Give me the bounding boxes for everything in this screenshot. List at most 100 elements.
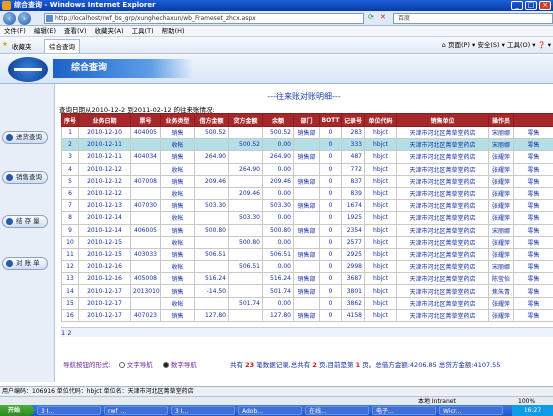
table-row[interactable]: 5 2010-12-12 407008 销售 209.46 209.46 销售部 0 837 hb…: [61, 174, 553, 188]
table-cell: 0: [319, 162, 342, 176]
table-cell: hbjct: [364, 186, 397, 201]
table-cell: hbjct: [364, 211, 397, 225]
table-cell: 2010-12-12: [78, 174, 131, 188]
table-cell: 收帐: [160, 186, 195, 201]
menu-view[interactable]: 查看(V): [64, 27, 87, 35]
home-icon[interactable]: ⌂: [442, 41, 446, 49]
forward-icon[interactable]: ›: [18, 12, 31, 25]
page-menu[interactable]: 页面(P) ▾: [448, 41, 475, 49]
record-count: 23: [245, 361, 255, 369]
table-cell: hbjct: [364, 308, 397, 323]
column-header: 操作员: [488, 113, 514, 127]
column-header: 借方金额: [194, 113, 229, 127]
table-row[interactable]: 7 2010-12-13 407030 销售 503.30 503.30 销售部 0 1674 h…: [61, 199, 553, 213]
table-cell: 10: [61, 235, 79, 249]
table-cell: [228, 284, 263, 298]
column-header: 票号: [130, 113, 161, 127]
taskbar-item[interactable]: rwf_...: [104, 406, 168, 415]
menu-help[interactable]: 帮助(H): [162, 27, 185, 35]
close-button[interactable]: ×: [539, 1, 551, 10]
maximize-button[interactable]: □: [525, 1, 537, 10]
table-cell: 张耀萍: [488, 247, 514, 262]
table-row[interactable]: 3 2010-12-11 404034 销售 264.90 264.90 销售部 0 487 hb…: [61, 150, 553, 164]
menu-favorites[interactable]: 收藏夹(A): [95, 27, 124, 35]
url-field[interactable]: http://localhost/rwf_bs_grp/xunghechaxun…: [44, 13, 364, 24]
table-cell: 销售: [160, 247, 195, 262]
table-row[interactable]: 16 2010-12-17 407023 销售 127.80 127.80 销售部 0 4158…: [61, 308, 553, 323]
minimize-button[interactable]: _: [511, 1, 523, 10]
table-row[interactable]: 14 2010-12-17 2013010 销售 -14.50 501.74 销售部 0 380…: [61, 284, 553, 298]
safety-menu[interactable]: 安全(S) ▾: [477, 41, 505, 49]
sidebar-item-statement[interactable]: 对 账 单: [2, 257, 48, 270]
table-row[interactable]: 12 2010-12-16 收帐 506.51 0.00 0 2998 hbjct 天津市河北区…: [61, 260, 553, 274]
taskbar-item[interactable]: Adob...: [238, 406, 302, 415]
favorites-label[interactable]: 收藏夹: [12, 41, 32, 51]
table-cell: [194, 235, 229, 249]
table-cell: hbjct: [364, 235, 397, 249]
table-cell: 2010-12-15: [78, 247, 131, 262]
table-cell: 零售: [513, 284, 553, 298]
table-row[interactable]: 6 2010-12-12 收帐 209.46 0.00 0 839 hbjct 天津市河北区菁草…: [61, 186, 553, 201]
table-cell: 零售: [513, 150, 553, 164]
refresh-icon[interactable]: ⟳: [368, 13, 374, 21]
start-button[interactable]: 开始: [0, 405, 34, 416]
help-menu[interactable]: ❓ ▾: [538, 41, 551, 49]
table-cell: 收帐: [160, 138, 195, 152]
table-row[interactable]: 9 2010-12-14 406005 销售 500.80 500.80 销售部 0 2354 h…: [61, 223, 553, 237]
table-cell: 0: [319, 272, 342, 286]
table-row[interactable]: 15 2010-12-17 收帐 501.74 0.00 0 3862 hbjct 天津市河北区…: [61, 296, 553, 310]
taskbar-item[interactable]: 在线...: [305, 406, 369, 415]
table-cell: hbjct: [364, 174, 397, 188]
table-cell: [130, 260, 161, 274]
taskbar-item[interactable]: 3 I...: [37, 406, 101, 415]
table-row[interactable]: 11 2010-12-15 403033 销售 506.51 506.51 销售部 0 2925…: [61, 247, 553, 262]
page-icon: [46, 15, 53, 22]
radio-text-nav[interactable]: [118, 362, 125, 368]
table-cell: 2010-12-12: [78, 186, 131, 201]
table-row[interactable]: 10 2010-12-15 收帐 500.80 0.00 0 2577 hbjct 天津市河北区…: [61, 235, 553, 249]
taskbar-item[interactable]: 3 I...: [171, 406, 235, 415]
radio-number-nav[interactable]: [162, 362, 169, 368]
sidebar-item-sales[interactable]: 销售查询: [2, 171, 48, 184]
sidebar-item-purchase[interactable]: 进货查询: [2, 131, 48, 144]
table-row[interactable]: 1 2010-12-10 404005 销售 500.52 500.52 销售部 0 283 hb…: [61, 125, 553, 140]
table-cell: 2010-12-11: [78, 138, 131, 152]
table-cell: 销售部: [293, 247, 320, 262]
table-cell: 张耀萍: [488, 296, 514, 310]
sidebar-item-stock[interactable]: 结 存 量: [2, 215, 48, 228]
table-row[interactable]: 4 2010-12-12 收帐 264.90 0.00 0 772 hbjct 天津市河北区菁草…: [61, 162, 553, 176]
table-cell: 天津市河北区菁草堂药店: [396, 150, 489, 164]
table-cell: [194, 296, 229, 310]
table-row[interactable]: 8 2010-12-14 收帐 503.30 0.00 0 1925 hbjct 天津市河北区菁…: [61, 211, 553, 225]
table-cell: [130, 138, 161, 152]
table-cell: hbjct: [364, 223, 397, 237]
table-row[interactable]: 13 2010-12-16 405008 销售 516.24 516.24 销售部 0 3687…: [61, 272, 553, 286]
bullet-icon: [6, 260, 13, 267]
stop-icon[interactable]: ✕: [380, 13, 386, 21]
menu-edit[interactable]: 编辑(E): [34, 27, 56, 35]
tab-current[interactable]: 综合查询: [44, 39, 80, 53]
table-cell: 407030: [130, 199, 161, 213]
taskbar-item[interactable]: Wicr...: [439, 406, 503, 415]
table-cell: 1925: [341, 211, 365, 225]
table-cell: 2010-12-11: [78, 150, 131, 164]
tools-menu[interactable]: 工具(O) ▾: [507, 41, 536, 49]
table-cell: 零售: [513, 260, 553, 274]
table-cell: 407008: [130, 174, 161, 188]
favorites-star-icon[interactable]: ★: [2, 40, 8, 48]
table-cell: 405008: [130, 272, 161, 286]
table-cell: [293, 260, 320, 274]
menu-tools[interactable]: 工具(T): [132, 27, 154, 35]
app-header: 综合查询: [0, 55, 553, 84]
table-row[interactable]: 2 2010-12-11 收帐 500.52 0.00 0 333 hbjct 天津市河北区菁草…: [61, 138, 553, 152]
search-input[interactable]: 百度: [393, 13, 553, 24]
taskbar-item[interactable]: 电子...: [372, 406, 436, 415]
table-cell: 天津市河北区菁草堂药店: [396, 223, 489, 237]
table-cell: 500.52: [262, 125, 294, 140]
back-icon[interactable]: ‹: [3, 12, 16, 25]
table-cell: 陈莹怡: [488, 272, 514, 286]
pager-links[interactable]: 1 2: [61, 329, 71, 337]
table-cell: 天津市河北区菁草堂药店: [396, 308, 489, 323]
menu-file[interactable]: 文件(F): [4, 27, 26, 35]
menu-bar: 文件(F) 编辑(E) 查看(V) 收藏夹(A) 工具(T) 帮助(H): [0, 26, 553, 37]
